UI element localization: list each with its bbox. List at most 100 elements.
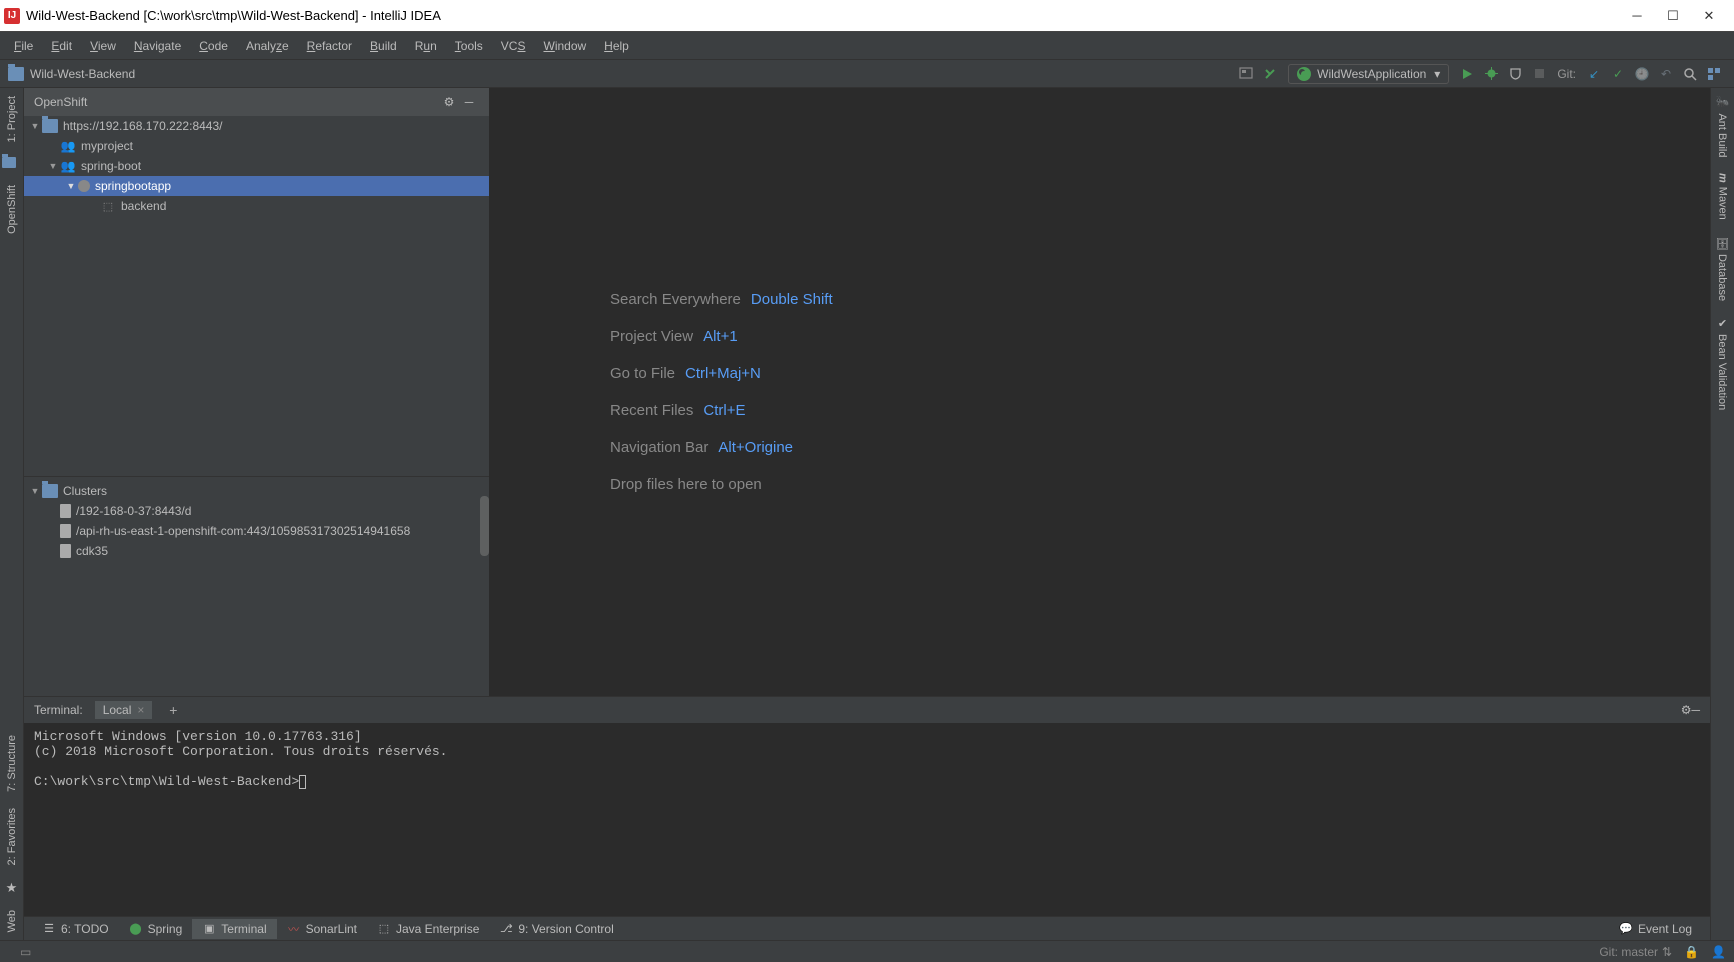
git-commit-icon[interactable]: ✓ <box>1606 62 1630 86</box>
tree-label: backend <box>121 199 166 213</box>
menu-refactor[interactable]: Refactor <box>299 36 360 56</box>
terminal-tab-local[interactable]: Local × <box>95 701 153 719</box>
maximize-button[interactable]: ☐ <box>1666 9 1680 23</box>
terminal-line: Microsoft Windows [version 10.0.17763.31… <box>34 729 362 744</box>
tab-database[interactable]: 🗄Database <box>1713 228 1732 309</box>
tree-node-myproject[interactable]: 👥 myproject <box>24 136 489 156</box>
minimize-button[interactable]: ─ <box>1630 9 1644 23</box>
expand-arrow-icon[interactable]: ▼ <box>46 161 60 171</box>
close-button[interactable]: ✕ <box>1702 9 1716 23</box>
menu-build[interactable]: Build <box>362 36 405 56</box>
tab-spring[interactable]: ⬤Spring <box>119 919 193 939</box>
close-icon[interactable]: × <box>137 703 144 717</box>
tree-node-cluster-item[interactable]: cdk35 <box>24 541 489 561</box>
hint-label: Drop files here to open <box>610 476 762 493</box>
tab-openshift[interactable]: OpenShift <box>3 177 21 242</box>
hint-label: Search Everywhere <box>610 291 741 308</box>
tab-label: Terminal <box>221 922 266 936</box>
run-button[interactable] <box>1455 62 1479 86</box>
minimize-panel-icon[interactable]: ─ <box>459 92 479 112</box>
debug-button[interactable] <box>1479 62 1503 86</box>
breadcrumb[interactable]: Wild-West-Backend <box>30 67 135 81</box>
tab-version-control[interactable]: ⎇ 9: Version Control <box>489 919 623 939</box>
panel-title: OpenShift <box>34 95 439 109</box>
menu-analyze[interactable]: Analyze <box>238 36 297 56</box>
tree-node-cluster-item[interactable]: /api-rh-us-east-1-openshift-com:443/1059… <box>24 521 489 541</box>
ant-icon: 🐜 <box>1716 96 1729 109</box>
terminal-body[interactable]: Microsoft Windows [version 10.0.17763.31… <box>24 723 1710 916</box>
gear-icon[interactable]: ⚙ <box>1681 703 1692 717</box>
star-icon[interactable]: ★ <box>3 874 21 902</box>
tree-label: Clusters <box>63 484 107 498</box>
tab-favorites[interactable]: 2: Favorites <box>3 800 21 873</box>
menu-navigate[interactable]: Navigate <box>126 36 189 56</box>
menu-tools[interactable]: Tools <box>447 36 491 56</box>
status-lock-icon[interactable]: 🔒 <box>1684 945 1699 959</box>
menu-vcs[interactable]: VCS <box>493 36 534 56</box>
terminal-icon: ▣ <box>202 922 216 936</box>
tab-project[interactable]: 1: Project <box>3 88 21 150</box>
tree-node-cluster-item[interactable]: /192-168-0-37:8443/d <box>24 501 489 521</box>
chevron-down-icon: ▾ <box>1434 67 1440 81</box>
expand-arrow-icon[interactable]: ▼ <box>28 121 42 131</box>
menu-view[interactable]: View <box>82 36 124 56</box>
tab-web[interactable]: Web <box>3 902 21 940</box>
ide-settings-icon[interactable] <box>1702 62 1726 86</box>
coverage-button[interactable] <box>1503 62 1527 86</box>
menu-edit[interactable]: Edit <box>43 36 80 56</box>
tree-node-springbootapp[interactable]: ▼ springbootapp <box>24 176 489 196</box>
expand-arrow-icon[interactable]: ▼ <box>28 486 42 496</box>
tab-label: Spring <box>148 922 183 936</box>
select-target-icon[interactable] <box>1234 62 1258 86</box>
tab-maven[interactable]: mMaven <box>1714 165 1732 228</box>
tab-ant[interactable]: 🐜Ant Build <box>1713 88 1732 165</box>
terminal-tab-label: Local <box>103 703 132 717</box>
git-update-icon[interactable]: ↙ <box>1582 62 1606 86</box>
tree-node-clusters[interactable]: ▼ Clusters <box>24 481 489 501</box>
terminal-panel: Terminal: Local × + ⚙ ─ Microsoft Window… <box>24 696 1710 916</box>
expand-arrow-icon[interactable]: ▼ <box>64 181 78 191</box>
terminal-prompt: C:\work\src\tmp\Wild-West-Backend> <box>34 774 299 789</box>
terminal-line: (c) 2018 Microsoft Corporation. Tous dro… <box>34 744 447 759</box>
file-icon <box>60 504 71 518</box>
tab-terminal[interactable]: ▣ Terminal <box>192 919 276 939</box>
status-rect-icon[interactable]: ▭ <box>20 945 31 959</box>
minimize-terminal-icon[interactable]: ─ <box>1691 703 1700 717</box>
search-icon[interactable] <box>1678 62 1702 86</box>
status-bar: ▭ Git: master ⇅ 🔒 👤 <box>0 940 1734 962</box>
menu-run[interactable]: Run <box>407 36 445 56</box>
terminal-tabs: Terminal: Local × + ⚙ ─ <box>24 697 1710 723</box>
database-icon: 🗄 <box>1716 236 1729 250</box>
people-icon: 👥 <box>60 159 76 173</box>
cube-icon: ⬚ <box>100 199 116 213</box>
folder-tab-icon[interactable] <box>0 150 24 177</box>
menu-file[interactable]: File <box>6 36 41 56</box>
gear-icon[interactable]: ⚙ <box>439 92 459 112</box>
stop-button[interactable] <box>1527 62 1551 86</box>
status-git[interactable]: Git: master ⇅ <box>1599 945 1672 959</box>
tree-label: /api-rh-us-east-1-openshift-com:443/1059… <box>76 524 410 538</box>
build-icon[interactable] <box>1258 62 1282 86</box>
branch-icon: ⎇ <box>499 922 513 936</box>
tab-sonarlint[interactable]: 〰SonarLint <box>277 919 367 939</box>
menu-help[interactable]: Help <box>596 36 637 56</box>
tab-label: 9: Version Control <box>518 922 613 936</box>
git-history-icon[interactable]: 🕘 <box>1630 62 1654 86</box>
tree-node-backend[interactable]: ⬚ backend <box>24 196 489 216</box>
tab-todo[interactable]: ☰6: TODO <box>32 919 119 939</box>
scrollbar[interactable] <box>480 496 489 556</box>
git-revert-icon[interactable]: ↶ <box>1654 62 1678 86</box>
tree-node-cluster[interactable]: ▼ https://192.168.170.222:8443/ <box>24 116 489 136</box>
tab-bean-validation[interactable]: ✔Bean Validation <box>1713 309 1732 418</box>
menu-code[interactable]: Code <box>191 36 236 56</box>
run-configuration-dropdown[interactable]: WildWestApplication ▾ <box>1288 64 1449 84</box>
status-user-icon[interactable]: 👤 <box>1711 945 1726 959</box>
add-terminal-button[interactable]: + <box>164 701 182 719</box>
tab-event-log[interactable]: 💬Event Log <box>1609 919 1702 939</box>
clusters-section: ▼ Clusters /192-168-0-37:8443/d /api-rh-… <box>24 476 489 561</box>
openshift-panel: OpenShift ⚙ ─ ▼ https://192.168.170.222:… <box>24 88 490 696</box>
tree-node-springboot[interactable]: ▼ 👥 spring-boot <box>24 156 489 176</box>
menu-window[interactable]: Window <box>535 36 594 56</box>
tab-java-enterprise[interactable]: ⬚Java Enterprise <box>367 919 489 939</box>
tab-structure[interactable]: 7: Structure <box>3 727 21 800</box>
